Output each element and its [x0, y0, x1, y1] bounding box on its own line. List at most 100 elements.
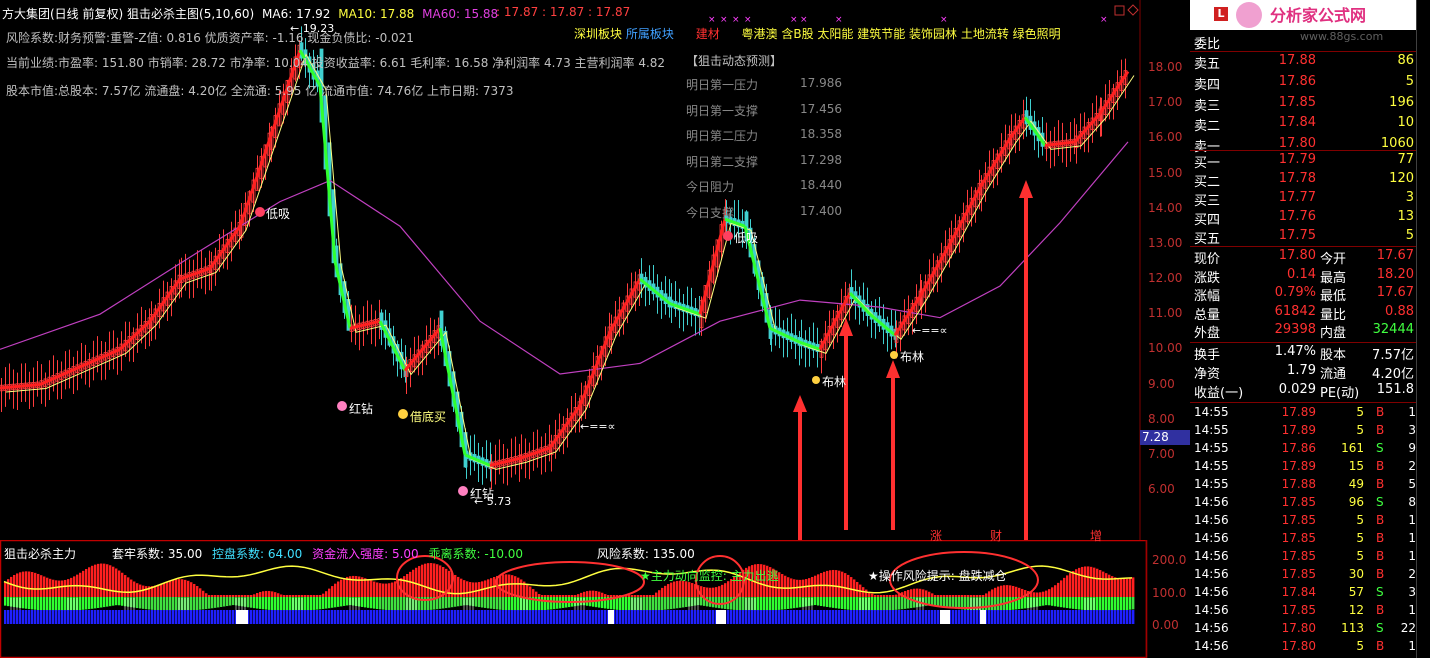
- order-volume: 3: [1405, 190, 1414, 205]
- prediction-item: 明日第二压力 18.358: [686, 127, 842, 144]
- tick-count: 8: [1408, 495, 1416, 509]
- sector-jiancai[interactable]: 建材: [696, 27, 720, 41]
- order-volume: 10: [1397, 115, 1414, 131]
- tick-count: 1: [1408, 531, 1416, 545]
- tick-price: 17.85: [1281, 567, 1316, 581]
- brand-url: www.88gs.com: [1300, 30, 1384, 43]
- tick-count: 3: [1408, 585, 1416, 599]
- price-axis-label: 11.00: [1148, 306, 1183, 321]
- tick-time: 14:55: [1194, 459, 1229, 473]
- tick-time: 14:55: [1194, 405, 1229, 419]
- stat-label: 今开: [1320, 252, 1347, 267]
- stat-value: 151.8: [1376, 382, 1414, 397]
- tick-volume: 5: [1356, 513, 1364, 527]
- order-price: 17.78: [1278, 171, 1316, 186]
- sector-shenzhen[interactable]: 深圳板块: [574, 27, 622, 41]
- ma10-label: MA10: 17.88: [338, 7, 415, 21]
- tick-count: 1: [1408, 639, 1416, 653]
- svg-text:×: ×: [835, 15, 843, 25]
- prediction-item: 明日第二支撑 17.298: [686, 153, 842, 170]
- tick-time: 14:56: [1194, 567, 1229, 581]
- stat-label: 涨幅: [1194, 289, 1221, 304]
- tick-direction: B: [1376, 477, 1385, 491]
- tick-count: 3: [1408, 423, 1416, 437]
- side-toolbar[interactable]: [1416, 0, 1430, 658]
- tick-volume: 57: [1348, 585, 1364, 599]
- price-axis-label: 18.00: [1148, 60, 1183, 74]
- sector-concepts[interactable]: 粤港澳 含B股 太阳能 建筑节能 装饰园林 土地流转 绿色照明: [742, 27, 1061, 41]
- tick-direction: B: [1376, 423, 1385, 437]
- svg-text:×: ×: [790, 15, 798, 25]
- stat-value: 1.47%: [1274, 344, 1316, 359]
- prediction-value: 18.440: [800, 178, 842, 192]
- tick-volume: 15: [1348, 459, 1364, 473]
- tick-volume: 12: [1348, 603, 1364, 617]
- tick-time: 14:56: [1194, 585, 1229, 599]
- tick-count: 1: [1408, 549, 1416, 563]
- stat-value: 7.57亿: [1372, 348, 1414, 363]
- tick-direction: B: [1376, 513, 1385, 527]
- chart-header: 方大集团(日线 前复权) 狙击必杀主图(5,10,60) MA6: 17.92 …: [2, 5, 498, 22]
- order-volume: 5: [1405, 228, 1414, 243]
- tick-price: 17.86: [1281, 441, 1316, 455]
- stat-value: 4.20亿: [1372, 367, 1414, 382]
- order-price: 17.88: [1278, 53, 1316, 68]
- price-axis-label: 14.00: [1148, 200, 1183, 215]
- svg-text:×: ×: [1100, 15, 1108, 25]
- stat-label: 流通: [1320, 367, 1347, 382]
- tick-count: 5: [1408, 477, 1416, 491]
- svg-text:×: ×: [744, 15, 752, 25]
- tick-price: 17.89: [1281, 423, 1316, 437]
- tick-time: 14:55: [1194, 441, 1229, 455]
- sector-belong[interactable]: 所属板块: [626, 27, 674, 41]
- stat-label: 现价: [1194, 252, 1221, 267]
- stat-label: 外盘: [1194, 326, 1221, 341]
- tick-direction: B: [1376, 459, 1385, 473]
- stat-label: 换手: [1194, 348, 1221, 363]
- info-line-3: 股本市值:总股本: 7.57亿 流通盘: 4.20亿 全流通: 5.95 亿 流…: [6, 84, 514, 98]
- svg-text:×: ×: [940, 15, 948, 25]
- bulin-label-2: 布林: [900, 350, 925, 364]
- tick-volume: 113: [1341, 621, 1364, 635]
- tick-count: 9: [1408, 441, 1416, 455]
- tick-time: 14:56: [1194, 621, 1229, 635]
- tick-price: 17.85: [1281, 549, 1316, 563]
- svg-text:×: ×: [720, 15, 728, 25]
- order-volume: 5: [1405, 73, 1414, 89]
- prediction-item: 今日支撑 17.400: [686, 204, 842, 221]
- prediction-value: 17.986: [800, 76, 842, 90]
- info-line-1: 风险系数:财务预警:重警-Z值: 0.816 优质资产率: -1.16 现金负债…: [6, 31, 414, 45]
- hongzuan-marker-icon-2: [458, 486, 468, 496]
- price-axis-label: 8.00: [1148, 411, 1175, 426]
- flower-logo-icon: [1236, 2, 1262, 28]
- order-level-label: 买五: [1194, 232, 1221, 247]
- stat-value: 0.14: [1287, 266, 1316, 282]
- high-label: ← 19.23: [290, 22, 335, 35]
- sub-mark-zeng: 增: [1090, 529, 1103, 543]
- dixi-label-2: 低吸: [734, 231, 759, 245]
- order-volume: 86: [1397, 53, 1414, 68]
- stat-value: 29398: [1274, 322, 1316, 337]
- hongzuan-marker-icon: [337, 401, 347, 411]
- main-kline-chart[interactable]: × × × × × × × × ×: [0, 0, 1190, 540]
- tick-time: 14:56: [1194, 531, 1229, 545]
- tick-volume: 49: [1348, 477, 1364, 491]
- indicator-name: 狙击必杀主图(5,10,60): [127, 7, 255, 21]
- price-axis-label: 17.00: [1148, 95, 1183, 110]
- ma60-label: MA60: 15.88: [422, 7, 499, 21]
- tick-volume: 96: [1348, 495, 1364, 509]
- tick-time: 14:55: [1194, 423, 1229, 437]
- prediction-label: 明日第二压力: [686, 129, 759, 143]
- ma6-label: MA6: 17.92: [262, 7, 331, 21]
- price-triplet: : 17.87 : 17.87 : 17.87: [496, 5, 631, 19]
- dixi-marker-icon-2: [723, 231, 733, 241]
- price-axis-label: 9.00: [1148, 376, 1175, 391]
- tick-count: 2: [1408, 567, 1416, 581]
- dixi-label: 低吸: [266, 207, 291, 221]
- order-level-label: 卖三: [1194, 98, 1221, 114]
- dixi-marker-icon: [255, 207, 265, 217]
- bulin-marker-icon: [812, 376, 820, 384]
- tick-volume: 161: [1341, 441, 1364, 455]
- price-axis-label: 10.00: [1148, 341, 1183, 356]
- hongzuan-label: 红钻: [349, 402, 374, 416]
